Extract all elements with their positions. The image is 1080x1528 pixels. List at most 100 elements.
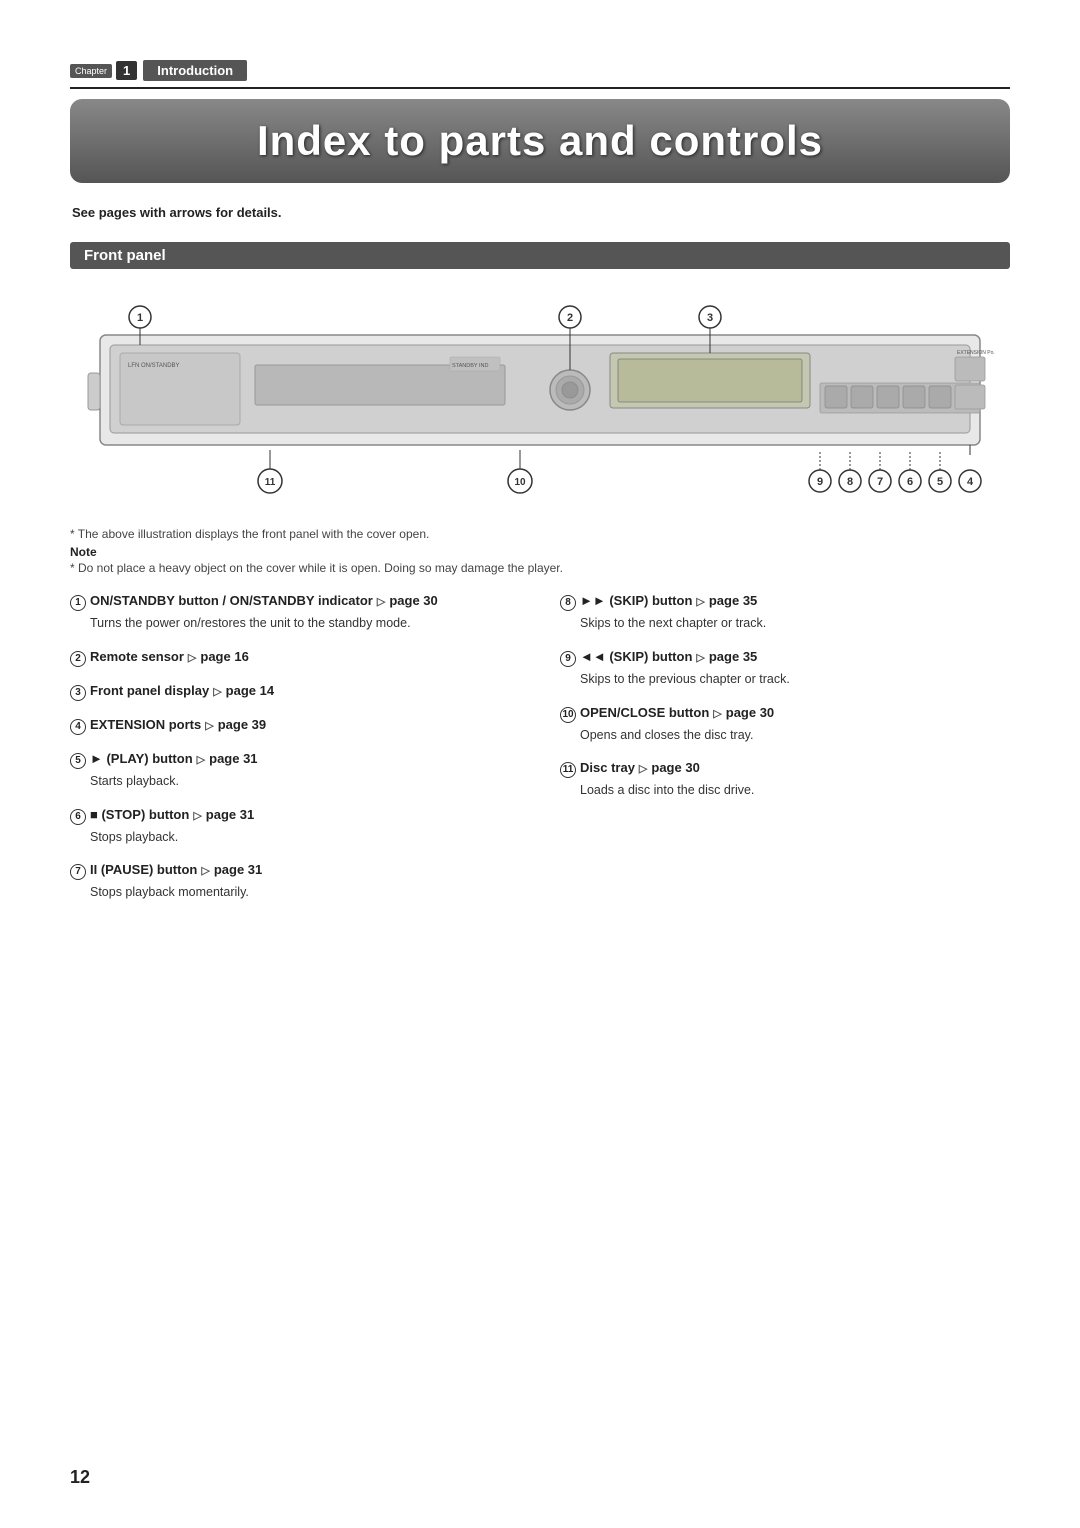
ctrl-label-5: ► (PLAY) button: [90, 751, 193, 766]
ctrl-num-5: 5: [70, 753, 86, 769]
control-item-4: 4 EXTENSION ports ▷ page 39: [70, 717, 520, 735]
front-panel-header: Front panel: [70, 242, 1010, 269]
svg-text:9: 9: [817, 476, 823, 488]
page-title: Index to parts and controls: [100, 117, 980, 165]
subtitle: See pages with arrows for details.: [72, 205, 1010, 220]
ctrl-label-9: ◄◄ (SKIP) button: [580, 649, 692, 664]
ctrl-label-1: ON/STANDBY button / ON/STANDBY indicator: [90, 593, 373, 608]
ctrl-page-11: page 30: [651, 760, 699, 775]
controls-list: 1 ON/STANDBY button / ON/STANDBY indicat…: [70, 593, 1010, 918]
svg-text:5: 5: [937, 476, 943, 488]
arrow-10: ▷: [713, 707, 721, 720]
chapter-title: Introduction: [143, 60, 247, 81]
control-item-10: 10 OPEN/CLOSE button ▷ page 30 Opens and…: [560, 705, 1010, 745]
page-number: 12: [70, 1467, 90, 1488]
chapter-label: Chapter: [70, 64, 112, 78]
control-item-7: 7 II (PAUSE) button ▷ page 31 Stops play…: [70, 862, 520, 902]
arrow-1: ▷: [377, 595, 385, 608]
control-item-9: 9 ◄◄ (SKIP) button ▷ page 35 Skips to th…: [560, 649, 1010, 689]
arrow-6: ▷: [193, 809, 201, 822]
chapter-number: 1: [116, 61, 137, 80]
svg-text:LFN ON/STANDBY: LFN ON/STANDBY: [128, 363, 180, 369]
note-text: * Do not place a heavy object on the cov…: [70, 561, 1010, 575]
svg-text:3: 3: [707, 312, 713, 324]
ctrl-num-4: 4: [70, 719, 86, 735]
ctrl-label-4: EXTENSION ports: [90, 717, 201, 732]
ctrl-page-9: page 35: [709, 649, 757, 664]
ctrl-num-10: 10: [560, 707, 576, 723]
ctrl-num-1: 1: [70, 595, 86, 611]
control-title-1: 1 ON/STANDBY button / ON/STANDBY indicat…: [70, 593, 520, 611]
svg-text:8: 8: [847, 476, 853, 488]
ctrl-desc-7: Stops playback momentarily.: [90, 883, 520, 902]
ctrl-label-6: ■ (STOP) button: [90, 807, 189, 822]
control-title-6: 6 ■ (STOP) button ▷ page 31: [70, 807, 520, 825]
ctrl-num-7: 7: [70, 864, 86, 880]
ctrl-desc-9: Skips to the previous chapter or track.: [580, 670, 1010, 689]
ctrl-page-7: page 31: [214, 862, 262, 877]
ctrl-num-9: 9: [560, 651, 576, 667]
ctrl-page-4: page 39: [218, 717, 266, 732]
device-diagram: LFN ON/STANDBY STANDBY IND: [70, 285, 1010, 515]
ctrl-label-2: Remote sensor: [90, 649, 184, 664]
chapter-header: Chapter 1 Introduction: [70, 60, 1010, 89]
control-item-11: 11 Disc tray ▷ page 30 Loads a disc into…: [560, 760, 1010, 800]
control-title-7: 7 II (PAUSE) button ▷ page 31: [70, 862, 520, 880]
control-title-11: 11 Disc tray ▷ page 30: [560, 760, 1010, 778]
ctrl-label-7: II (PAUSE) button: [90, 862, 197, 877]
ctrl-desc-10: Opens and closes the disc tray.: [580, 726, 1010, 745]
svg-text:1: 1: [137, 312, 143, 324]
control-item-3: 3 Front panel display ▷ page 14: [70, 683, 520, 701]
control-title-2: 2 Remote sensor ▷ page 16: [70, 649, 520, 667]
note-label: Note: [70, 545, 1010, 559]
controls-left-column: 1 ON/STANDBY button / ON/STANDBY indicat…: [70, 593, 520, 918]
arrow-11: ▷: [639, 762, 647, 775]
arrow-3: ▷: [213, 685, 221, 698]
ctrl-label-11: Disc tray: [580, 760, 635, 775]
control-title-8: 8 ►► (SKIP) button ▷ page 35: [560, 593, 1010, 611]
controls-right-column: 8 ►► (SKIP) button ▷ page 35 Skips to th…: [560, 593, 1010, 918]
ctrl-num-8: 8: [560, 595, 576, 611]
ctrl-page-6: page 31: [206, 807, 254, 822]
ctrl-page-3: page 14: [226, 683, 274, 698]
ctrl-page-8: page 35: [709, 593, 757, 608]
ctrl-desc-6: Stops playback.: [90, 828, 520, 847]
arrow-7: ▷: [201, 864, 209, 877]
ctrl-page-2: page 16: [200, 649, 248, 664]
svg-text:EXTENSION Po.: EXTENSION Po.: [957, 350, 995, 356]
ctrl-num-11: 11: [560, 762, 576, 778]
ctrl-label-3: Front panel display: [90, 683, 209, 698]
ctrl-desc-5: Starts playback.: [90, 772, 520, 791]
svg-text:STANDBY IND: STANDBY IND: [452, 363, 488, 369]
control-title-4: 4 EXTENSION ports ▷ page 39: [70, 717, 520, 735]
control-title-9: 9 ◄◄ (SKIP) button ▷ page 35: [560, 649, 1010, 667]
svg-text:10: 10: [514, 477, 526, 488]
ctrl-desc-1: Turns the power on/restores the unit to …: [90, 614, 520, 633]
ctrl-page-5: page 31: [209, 751, 257, 766]
svg-text:7: 7: [877, 476, 883, 488]
device-svg: LFN ON/STANDBY STANDBY IND: [70, 285, 1010, 515]
ctrl-page-1: page 30: [389, 593, 437, 608]
arrow-8: ▷: [696, 595, 704, 608]
svg-text:6: 6: [907, 476, 913, 488]
control-item-8: 8 ►► (SKIP) button ▷ page 35 Skips to th…: [560, 593, 1010, 633]
svg-text:4: 4: [967, 476, 974, 488]
ctrl-num-6: 6: [70, 809, 86, 825]
ctrl-label-8: ►► (SKIP) button: [580, 593, 692, 608]
control-item-5: 5 ► (PLAY) button ▷ page 31 Starts playb…: [70, 751, 520, 791]
control-item-6: 6 ■ (STOP) button ▷ page 31 Stops playba…: [70, 807, 520, 847]
main-title-banner: Index to parts and controls: [70, 99, 1010, 183]
control-item-1: 1 ON/STANDBY button / ON/STANDBY indicat…: [70, 593, 520, 633]
arrow-9: ▷: [696, 651, 704, 664]
control-title-3: 3 Front panel display ▷ page 14: [70, 683, 520, 701]
svg-text:11: 11: [265, 477, 276, 488]
ctrl-num-3: 3: [70, 685, 86, 701]
ctrl-num-2: 2: [70, 651, 86, 667]
control-title-10: 10 OPEN/CLOSE button ▷ page 30: [560, 705, 1010, 723]
arrow-4: ▷: [205, 719, 213, 732]
ctrl-desc-11: Loads a disc into the disc drive.: [580, 781, 1010, 800]
control-item-2: 2 Remote sensor ▷ page 16: [70, 649, 520, 667]
page-container: Chapter 1 Introduction Index to parts an…: [0, 0, 1080, 1528]
arrow-2: ▷: [188, 651, 196, 664]
control-title-5: 5 ► (PLAY) button ▷ page 31: [70, 751, 520, 769]
